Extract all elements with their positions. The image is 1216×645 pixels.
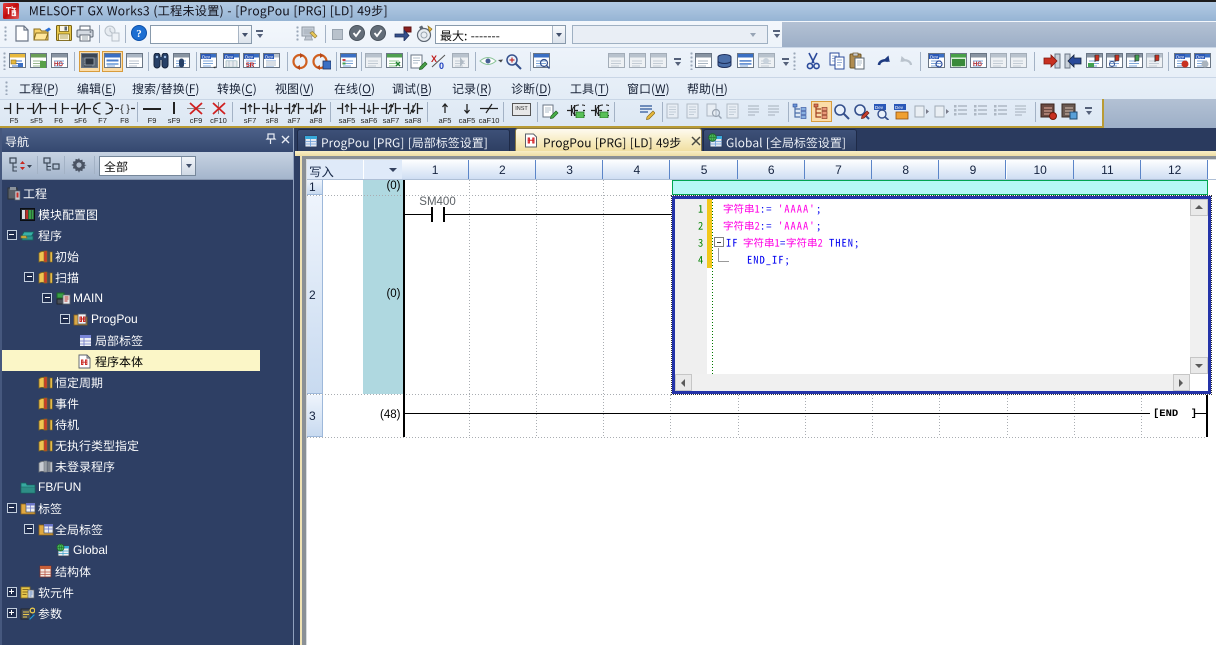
svg-text:Dev: Dev: [265, 55, 274, 60]
svg-text:Dev: Dev: [895, 105, 904, 110]
svg-text:Dev: Dev: [875, 105, 884, 110]
svg-text:Dev: Dev: [225, 55, 234, 60]
svg-text:HG: HG: [973, 62, 982, 68]
svg-text:HG: HG: [54, 62, 63, 68]
svg-text:Dev: Dev: [245, 55, 254, 60]
svg-text:Dev: Dev: [1196, 55, 1205, 60]
svg-text:Dev: Dev: [1176, 55, 1185, 60]
svg-text:Dev: Dev: [202, 55, 211, 60]
svg-text:5R: 5R: [246, 62, 255, 69]
svg-text:X: X: [431, 54, 437, 64]
svg-text:Dev: Dev: [930, 55, 939, 60]
svg-text:{ }: { }: [120, 104, 130, 115]
svg-text:0: 0: [439, 61, 444, 70]
svg-text:?: ?: [136, 28, 142, 40]
